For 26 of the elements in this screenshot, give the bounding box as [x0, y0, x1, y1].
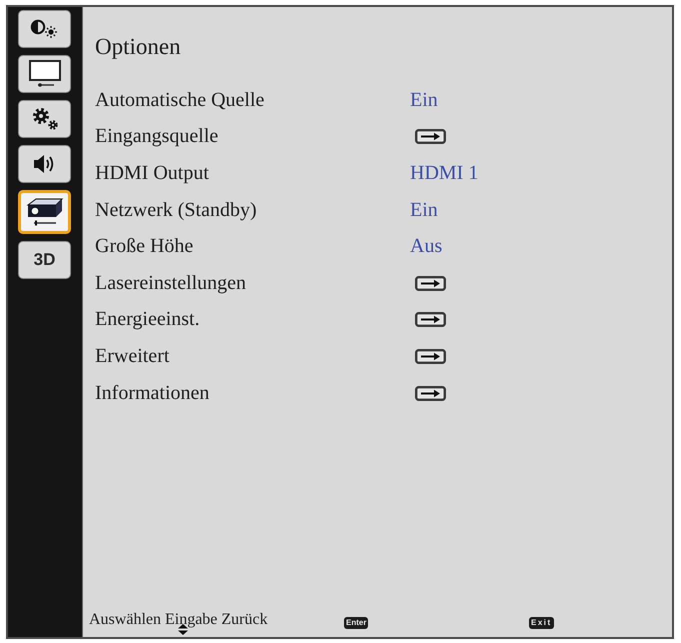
screen-icon [28, 60, 62, 88]
sidebar-tab[interactable] [18, 190, 71, 234]
key-glyph: Enter [344, 617, 368, 629]
sidebar-tab[interactable] [18, 55, 71, 93]
menu-item[interactable]: Eingangsquelle [95, 125, 218, 148]
menu-item[interactable]: Automatische Quelle [95, 88, 264, 112]
menu-item[interactable]: Energieeinst. [95, 308, 200, 332]
key-glyph: Exit [529, 617, 554, 629]
setting-value: Aus [410, 235, 442, 258]
sidebar-tab[interactable] [18, 100, 71, 138]
menu-item[interactable]: Erweitert [95, 344, 170, 368]
menu-item[interactable]: Netzwerk (Standby) [95, 198, 257, 222]
setting-value: Ein [410, 198, 438, 222]
navigation-hint: Auswählen Eingabe Zurück [89, 612, 268, 628]
setting-value: HDMI 1 [410, 162, 478, 185]
setting-value: Ein [410, 88, 438, 112]
sidebar-tab[interactable] [18, 10, 71, 48]
menu-item[interactable]: Lasereinstellungen [95, 272, 246, 295]
menu-item[interactable]: Große Höhe [95, 235, 194, 258]
menu-title: Optionen [95, 34, 181, 60]
menu-item[interactable]: Informationen [95, 382, 210, 405]
contrast-brightness-icon [30, 19, 60, 39]
projector-icon [26, 197, 64, 227]
sidebar-tab[interactable] [18, 145, 71, 183]
sidebar-tab[interactable]: 3D [18, 241, 71, 279]
menu-item[interactable]: HDMI Output [95, 162, 209, 185]
